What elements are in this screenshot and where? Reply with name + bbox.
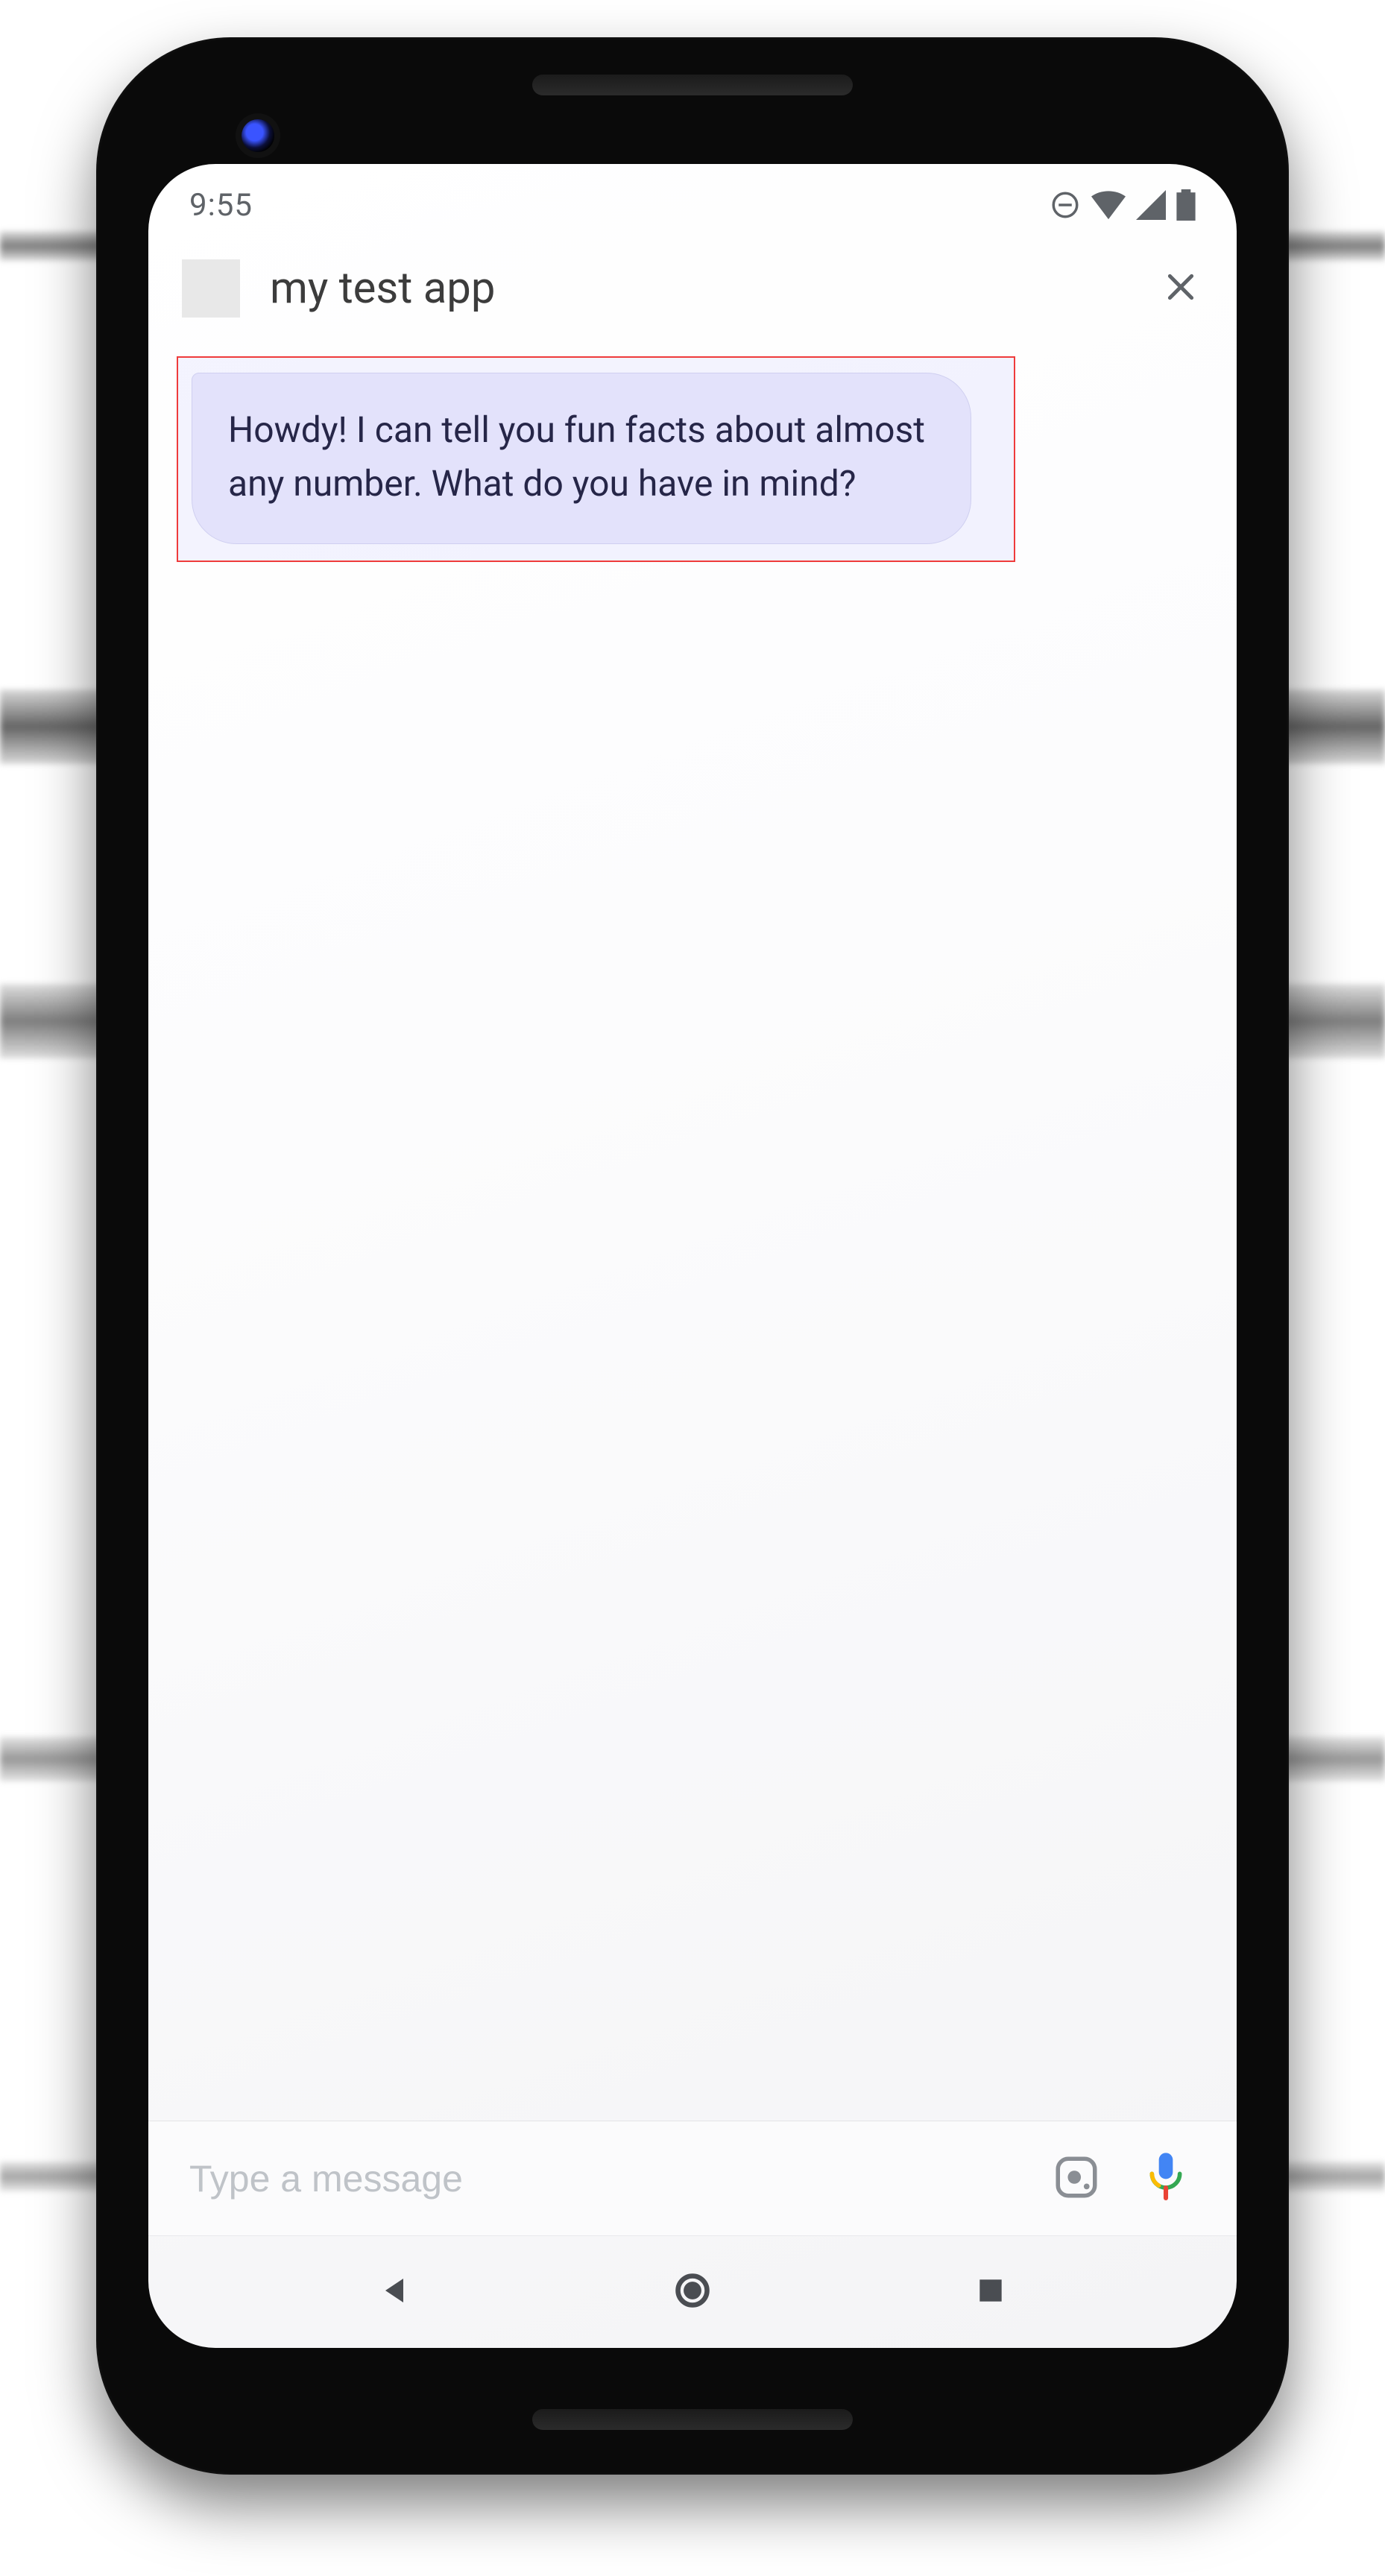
app-header: my test app	[148, 246, 1237, 347]
triangle-back-icon	[376, 2273, 412, 2311]
nav-back-button[interactable]	[365, 2262, 424, 2322]
assistant-message-bubble: Howdy! I can tell you fun facts about al…	[192, 373, 971, 544]
app-title: my test app	[270, 263, 1129, 314]
microphone-button[interactable]	[1136, 2149, 1196, 2209]
square-recents-icon	[974, 2274, 1007, 2310]
wifi-icon	[1091, 190, 1126, 220]
cellular-signal-icon	[1136, 190, 1166, 220]
lens-icon	[1052, 2153, 1101, 2205]
circle-home-icon	[673, 2271, 712, 2313]
close-icon	[1162, 268, 1199, 309]
phone-front-camera	[242, 119, 274, 152]
phone-speaker-top	[532, 75, 853, 95]
microphone-icon	[1144, 2151, 1187, 2206]
assistant-message-text: Howdy! I can tell you fun facts about al…	[228, 403, 935, 511]
do-not-disturb-icon	[1050, 189, 1081, 221]
status-time: 9:55	[189, 187, 253, 224]
phone-screen: 9:55	[148, 164, 1237, 2348]
phone-speaker-bottom	[532, 2409, 853, 2430]
lens-button[interactable]	[1047, 2149, 1106, 2209]
nav-recents-button[interactable]	[961, 2262, 1020, 2322]
annotation-highlight: Howdy! I can tell you fun facts about al…	[177, 356, 1015, 562]
stage: 9:55	[0, 0, 1385, 2576]
nav-home-button[interactable]	[663, 2262, 722, 2322]
message-input[interactable]	[189, 2157, 1017, 2200]
app-logo-placeholder	[182, 259, 240, 318]
message-input-bar	[148, 2121, 1237, 2236]
status-icons	[1050, 189, 1196, 221]
chat-area[interactable]: Howdy! I can tell you fun facts about al…	[148, 347, 1237, 2121]
phone-frame: 9:55	[96, 37, 1289, 2475]
android-nav-bar	[148, 2236, 1237, 2348]
battery-icon	[1176, 189, 1196, 221]
close-button[interactable]	[1158, 266, 1203, 311]
status-bar: 9:55	[148, 164, 1237, 246]
